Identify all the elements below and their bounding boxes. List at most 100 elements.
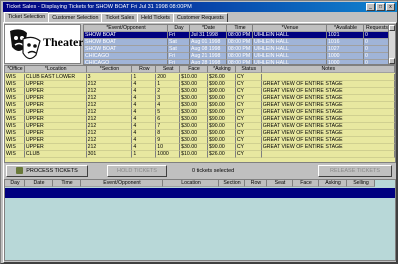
event-row[interactable]: SHOW BOAT Fri Jul 31 1998 08:00 PM UIHLEIN H… bbox=[84, 32, 395, 39]
minimize-button[interactable]: _ bbox=[366, 3, 375, 11]
column-header: Face bbox=[293, 180, 319, 187]
scroll-up-icon[interactable] bbox=[389, 25, 395, 31]
grid-cell: Sat bbox=[168, 39, 190, 46]
selected-empty-row[interactable] bbox=[5, 188, 395, 198]
grid-cell: UIHLEIN HALL bbox=[253, 46, 327, 53]
scroll-down-icon[interactable] bbox=[389, 58, 395, 64]
tab-ticket-selection[interactable]: Ticket Selection bbox=[4, 12, 50, 22]
grid-cell: 08:00 PM bbox=[227, 46, 253, 53]
seat-row[interactable]: WIS CLUB EAST LOWER 3 1 200 $10.00 $26.00 CY bbox=[5, 74, 395, 81]
title-bar[interactable]: Ticket Sales - Displaying Tickets for SH… bbox=[3, 2, 397, 12]
seat-row[interactable]: WIS UPPER 212 4 8 $30.00 $90.00 CY GREAT VIEW OF… bbox=[5, 130, 395, 137]
grid-cell: GREAT VIEW OF ENTIRE STAGE bbox=[261, 81, 395, 88]
grid-cell: GREAT VIEW OF ENTIRE STAGE bbox=[261, 116, 395, 123]
release-tickets-button[interactable]: RELEASE TICKETS bbox=[318, 165, 392, 177]
grid-cell: WIS bbox=[5, 151, 25, 158]
grid-cell: $10.00 bbox=[180, 151, 208, 158]
grid-cell: UPPER bbox=[24, 102, 87, 109]
column-header: *Section bbox=[86, 66, 133, 73]
column-header: Time bbox=[227, 25, 253, 32]
maximize-button[interactable]: □ bbox=[376, 3, 385, 11]
grid-cell: 212 bbox=[86, 116, 133, 123]
grid-cell: CY bbox=[235, 137, 262, 144]
grid-cell: UIHLEIN HALL bbox=[253, 32, 327, 39]
column-header: *Asking bbox=[207, 66, 236, 73]
grid-cell: GREAT VIEW OF ENTIRE STAGE bbox=[261, 144, 395, 151]
grid-cell: UPPER bbox=[24, 116, 87, 123]
grid-cell: $90.00 bbox=[207, 109, 236, 116]
grid-cell: $30.00 bbox=[180, 102, 208, 109]
grid-cell: 4 bbox=[132, 81, 157, 88]
grid-cell: $10.00 bbox=[180, 74, 208, 81]
grid-cell: $30.00 bbox=[180, 123, 208, 130]
grid-cell: 4 bbox=[132, 88, 157, 95]
seat-row[interactable]: WIS UPPER 212 4 5 $30.00 $90.00 CY GREAT VIEW OF… bbox=[5, 109, 395, 116]
grid-cell bbox=[261, 151, 395, 158]
events-grid[interactable]: *Event/Opponent Day *Date Time *Venue *Availa… bbox=[83, 24, 396, 65]
grid-cell: CLUB bbox=[24, 151, 87, 158]
seat-row[interactable]: WIS UPPER 212 4 9 $30.00 $90.00 CY GREAT VIEW OF… bbox=[5, 137, 395, 144]
grid-cell: CY bbox=[235, 144, 262, 151]
grid-cell: SHOW BOAT bbox=[84, 39, 168, 46]
seat-row[interactable]: WIS UPPER 212 4 1 $30.00 $90.00 CY GREAT VIEW OF… bbox=[5, 81, 395, 88]
seat-row[interactable]: WIS UPPER 212 4 4 $30.00 $90.00 CY GREAT VIEW OF… bbox=[5, 102, 395, 109]
tab-ticket-sales[interactable]: Ticket Sales bbox=[101, 13, 139, 22]
grid-cell: CY bbox=[235, 88, 262, 95]
grid-cell: CY bbox=[235, 116, 262, 123]
event-row[interactable]: SHOW BOAT Sat Aug 08 1998 08:00 PM UIHLEIN H… bbox=[84, 46, 395, 53]
grid-cell: 301 bbox=[86, 151, 133, 158]
release-tickets-label: RELEASE TICKETS bbox=[329, 168, 381, 174]
logo-text: Theater bbox=[43, 35, 84, 49]
grid-cell: 08:00 PM bbox=[227, 53, 253, 60]
grid-cell: 0 bbox=[364, 39, 390, 46]
grid-cell: UPPER bbox=[24, 123, 87, 130]
grid-cell: 2 bbox=[156, 88, 181, 95]
seat-row[interactable]: WIS UPPER 212 4 10 $30.00 $90.00 CY GREAT VIEW O… bbox=[5, 144, 395, 151]
event-row[interactable]: SHOW BOAT Sat Aug 01 1998 08:00 PM UIHLEIN H… bbox=[84, 39, 395, 46]
seat-row[interactable]: WIS CLUB 301 1 1000 $10.00 $26.00 CY bbox=[5, 151, 395, 158]
grid-cell: Aug 21 1998 bbox=[190, 53, 227, 60]
grid-cell: 4 bbox=[132, 130, 157, 137]
seats-grid[interactable]: *Office *Location *Section Row Seat Face *Aski… bbox=[4, 65, 396, 163]
grid-cell: 212 bbox=[86, 123, 133, 130]
tab-customer-requests[interactable]: Customer Requests bbox=[172, 13, 228, 22]
grid-cell: Fri bbox=[168, 32, 190, 39]
grid-cell: UPPER bbox=[24, 137, 87, 144]
grid-cell: 4 bbox=[132, 144, 157, 151]
grid-cell: 3 bbox=[86, 74, 133, 81]
tab-customer-selection[interactable]: Customer Selection bbox=[48, 13, 103, 22]
grid-cell: GREAT VIEW OF ENTIRE STAGE bbox=[261, 88, 395, 95]
column-header: Row bbox=[132, 66, 157, 73]
grid-cell: UPPER bbox=[24, 130, 87, 137]
grid-cell: $30.00 bbox=[180, 137, 208, 144]
column-header: Day bbox=[168, 25, 190, 32]
process-tickets-button[interactable]: PROCESS TICKETS bbox=[6, 165, 88, 177]
grid-cell: 212 bbox=[86, 102, 133, 109]
close-button[interactable]: x bbox=[386, 3, 395, 11]
grid-cell: 212 bbox=[86, 88, 133, 95]
tab-held-tickets[interactable]: Held Tickets bbox=[137, 13, 174, 22]
grid-cell: CY bbox=[235, 102, 262, 109]
grid-cell: WIS bbox=[5, 109, 25, 116]
seat-row[interactable]: WIS UPPER 212 4 7 $30.00 $90.00 CY GREAT VIEW OF… bbox=[5, 123, 395, 130]
grid-cell: $30.00 bbox=[180, 109, 208, 116]
grid-cell: WIS bbox=[5, 88, 25, 95]
grid-cell: 4 bbox=[132, 109, 157, 116]
grid-cell: 7 bbox=[156, 123, 181, 130]
hold-tickets-button[interactable]: HOLD TICKETS bbox=[107, 165, 167, 177]
grid-cell: WIS bbox=[5, 123, 25, 130]
grid-cell bbox=[261, 74, 395, 81]
events-scrollbar[interactable] bbox=[388, 25, 395, 64]
action-bar: PROCESS TICKETS HOLD TICKETS 0 tickets s… bbox=[4, 164, 396, 178]
grid-cell: 9 bbox=[156, 137, 181, 144]
seat-row[interactable]: WIS UPPER 212 4 2 $30.00 $90.00 CY GREAT VIEW OF… bbox=[5, 88, 395, 95]
selected-tickets-grid[interactable]: Day Date Time Event/Opponent Location Section… bbox=[4, 179, 396, 261]
event-row[interactable]: CHICAGO Fri Aug 21 1998 08:00 PM UIHLEIN HAL… bbox=[84, 53, 395, 60]
column-header: Section bbox=[219, 180, 245, 187]
seat-row[interactable]: WIS UPPER 212 4 3 $30.00 $90.00 CY GREAT VIEW OF… bbox=[5, 95, 395, 102]
grid-cell: 0 bbox=[364, 46, 390, 53]
column-header: Time bbox=[53, 180, 81, 187]
seat-row[interactable]: WIS UPPER 212 4 6 $30.00 $90.00 CY GREAT VIEW OF… bbox=[5, 116, 395, 123]
grid-cell: $90.00 bbox=[207, 116, 236, 123]
column-header: *Date bbox=[190, 25, 227, 32]
